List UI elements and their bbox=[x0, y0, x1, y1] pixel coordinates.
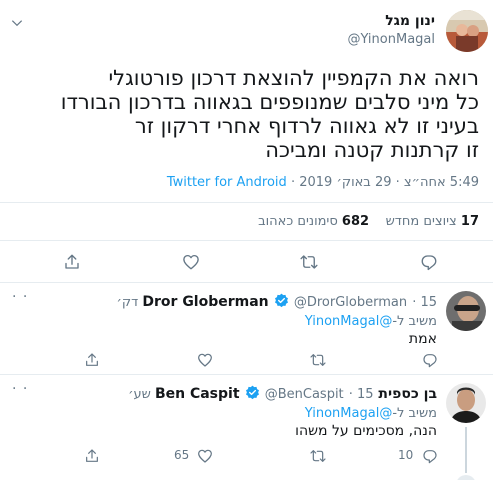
likes-label: סימונים כאהוב bbox=[258, 214, 338, 229]
author-handle[interactable]: @YinonMagal bbox=[347, 32, 435, 47]
retweets-count: 17 bbox=[460, 214, 479, 229]
avatar[interactable] bbox=[446, 10, 488, 52]
reply-author-name[interactable]: Dror Globerman bbox=[142, 294, 268, 310]
reply-avatar[interactable] bbox=[446, 291, 486, 331]
replying-to-handle[interactable]: @YinonMagal bbox=[305, 406, 393, 421]
reply-button[interactable] bbox=[418, 251, 440, 273]
tweet-text-line: כל מיני סלבים שמנופפים בגאווה בדרכון הבו… bbox=[60, 90, 479, 114]
retweets-stat[interactable]: 17 ציוצים מחדש bbox=[386, 214, 479, 229]
replying-to-label: משיב ל- bbox=[392, 406, 437, 421]
retweet-count: 10 bbox=[398, 448, 414, 462]
more-icon[interactable]: · · bbox=[12, 381, 28, 397]
share-button[interactable] bbox=[81, 349, 103, 371]
retweet-icon bbox=[300, 255, 318, 269]
share-button[interactable] bbox=[61, 251, 83, 273]
reply-header: בן כספית Ben Caspit @BenCaspit · 15 שע׳ bbox=[128, 385, 437, 402]
reply-author-handle[interactable]: @BenCaspit bbox=[265, 387, 344, 402]
reply-button[interactable] bbox=[419, 445, 441, 467]
thread-avatar-peek bbox=[456, 475, 476, 480]
replying-to: משיב ל-@YinonMagal bbox=[305, 314, 437, 329]
share-button[interactable] bbox=[81, 445, 103, 467]
reply-header: Dror Globerman @DrorGloberman · 15 דק׳ bbox=[116, 293, 437, 310]
avatar-image bbox=[446, 291, 486, 331]
like-button[interactable] bbox=[194, 349, 216, 371]
like-button[interactable] bbox=[180, 251, 202, 273]
tweet-text-line: רואה את הקמפיין להוצאת דרכון פורטוגלי bbox=[108, 66, 479, 90]
replying-to: משיב ל-@YinonMagal bbox=[305, 406, 437, 421]
verified-badge-icon bbox=[274, 293, 288, 308]
divider bbox=[0, 240, 493, 241]
tweet-text-line: זו קרתנות קטנה ומביכה bbox=[265, 138, 479, 162]
likes-stat[interactable]: 682 סימונים כאהוב bbox=[258, 214, 369, 229]
share-icon bbox=[65, 254, 79, 269]
tweet-timestamp[interactable]: 5:49 אחה״צ · 29 באוק׳ 2019 · bbox=[287, 175, 479, 190]
reply-text: הנה, מסכימים על משהו bbox=[295, 423, 437, 439]
like-icon bbox=[198, 449, 212, 463]
retweet-button[interactable] bbox=[307, 445, 329, 467]
thread-line bbox=[465, 427, 467, 473]
like-button[interactable] bbox=[194, 445, 216, 467]
replying-to-handle[interactable]: @YinonMagal bbox=[305, 314, 393, 329]
author-name[interactable]: ינון מגל bbox=[385, 13, 435, 29]
retweets-label: ציוצים מחדש bbox=[385, 214, 457, 229]
more-icon[interactable]: · · bbox=[12, 289, 28, 305]
reply-icon bbox=[423, 450, 437, 464]
retweet-button[interactable] bbox=[307, 349, 329, 371]
reply-author-handle[interactable]: @DrorGloberman bbox=[294, 295, 407, 310]
main-tweet: ינון מגל @YinonMagal רואה את הקמפיין להו… bbox=[0, 0, 493, 282]
share-icon bbox=[86, 449, 98, 462]
tweet-text-line: בעיני זו לא גאווה לרדוף אחרי דרקון זר bbox=[134, 114, 479, 138]
reply-icon bbox=[423, 354, 437, 368]
tweet-stats: 17 ציוצים מחדש 682 סימונים כאהוב bbox=[258, 214, 479, 229]
avatar-image bbox=[446, 10, 488, 52]
verified-badge-icon bbox=[245, 385, 259, 400]
tweet-meta: 5:49 אחה״צ · 29 באוק׳ 2019 · Twitter for… bbox=[167, 175, 479, 190]
reply-icon bbox=[421, 255, 437, 271]
like-count: 65 bbox=[174, 448, 190, 462]
divider bbox=[0, 202, 493, 203]
like-icon bbox=[198, 353, 212, 367]
chevron-down-icon[interactable] bbox=[10, 16, 24, 30]
retweet-icon bbox=[310, 354, 326, 366]
reply-avatar[interactable] bbox=[446, 383, 486, 423]
like-icon bbox=[183, 254, 199, 270]
replying-to-label: משיב ל- bbox=[392, 314, 437, 329]
avatar-image bbox=[446, 383, 486, 423]
retweet-button[interactable] bbox=[298, 251, 320, 273]
reply-tweet[interactable]: · · בן כספית Ben Caspit @BenCaspit · 15 … bbox=[0, 375, 493, 480]
retweet-icon bbox=[310, 450, 326, 462]
likes-count: 682 bbox=[341, 214, 370, 229]
tweet-source[interactable]: Twitter for Android bbox=[167, 175, 287, 190]
reply-text: אמת bbox=[408, 331, 437, 347]
share-icon bbox=[86, 353, 98, 366]
reply-tweet[interactable]: · · Dror Globerman @DrorGloberman · 15 ד… bbox=[0, 283, 493, 374]
reply-button[interactable] bbox=[419, 349, 441, 371]
